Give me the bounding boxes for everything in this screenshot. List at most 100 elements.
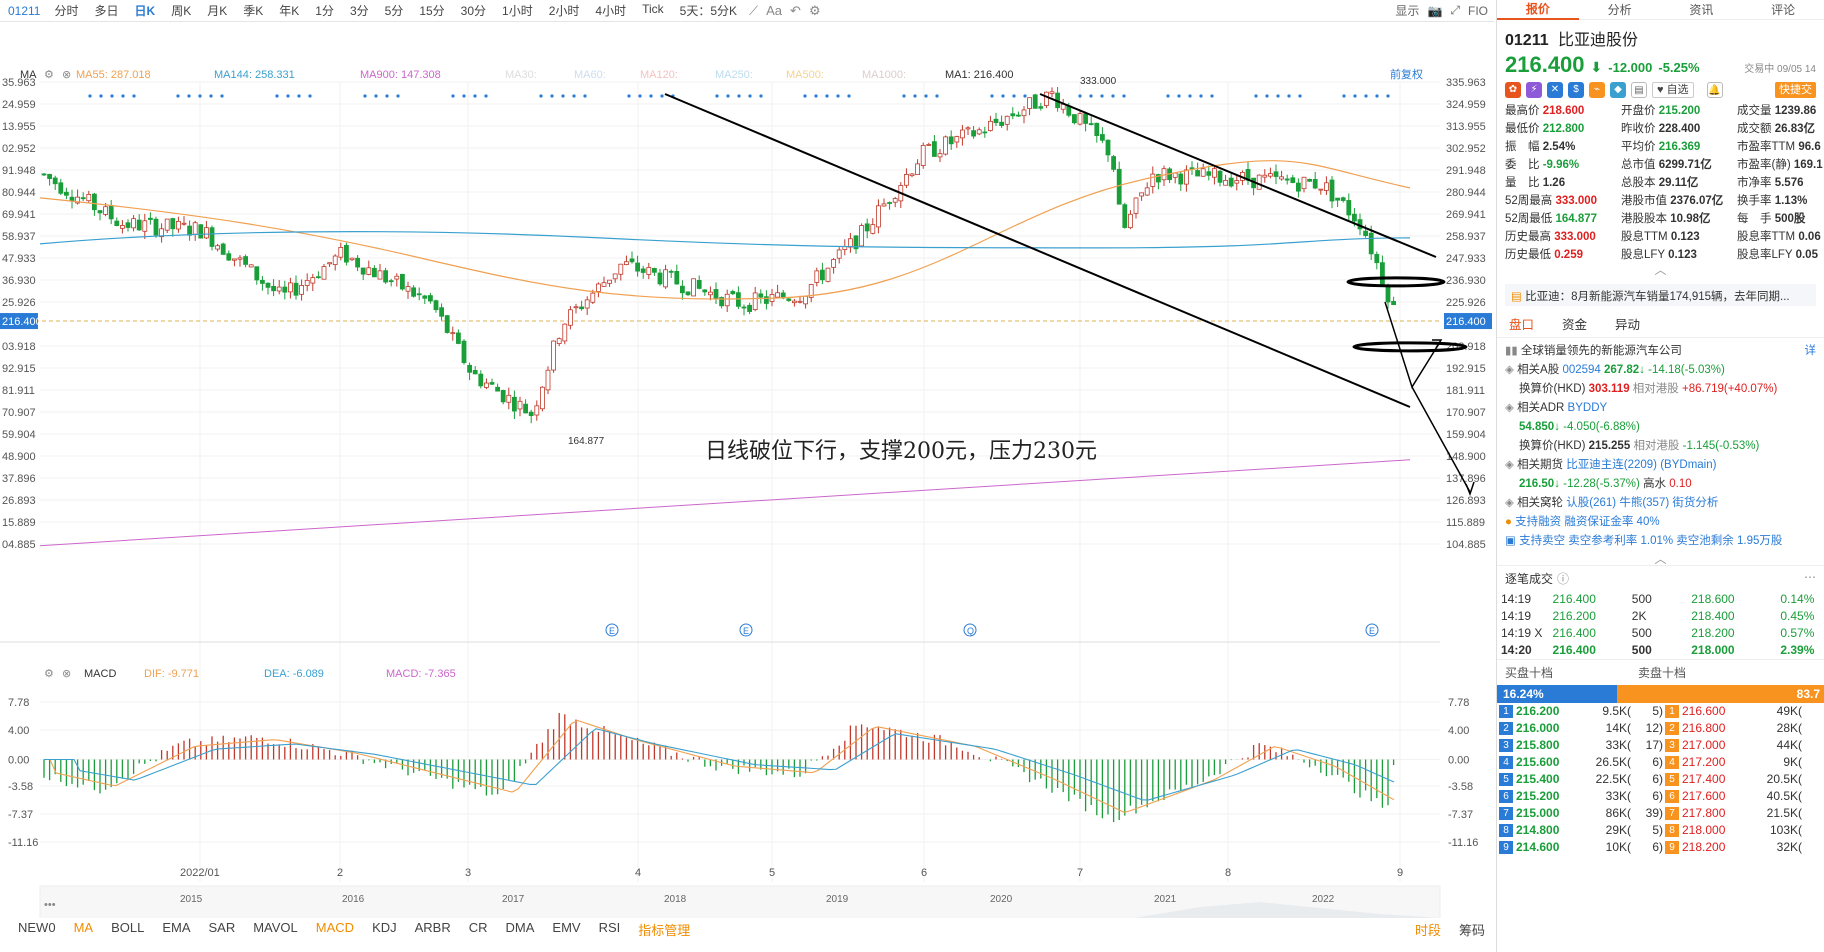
- period-tab[interactable]: 3分: [342, 2, 377, 19]
- tick-volume: 500: [1631, 643, 1652, 657]
- ask-level: 1: [1665, 705, 1679, 718]
- period-tab[interactable]: 分时: [46, 2, 86, 19]
- candle-body: [1128, 213, 1133, 229]
- macd-label-left: -3.58: [8, 781, 33, 793]
- candle-body: [545, 369, 551, 391]
- chart-area[interactable]: ⚙ ⊗ MA MA55: 287.018 MA144: 258.331 MA900: 14…: [0, 22, 1494, 952]
- signal-dot: [583, 94, 587, 98]
- adr-code[interactable]: BYDDY: [1568, 402, 1608, 414]
- text-tool-icon[interactable]: Aa: [762, 3, 786, 18]
- indicator-tab[interactable]: MACD: [307, 920, 363, 939]
- candle-body: [909, 173, 915, 177]
- indicator-tab[interactable]: 指标管理: [629, 920, 699, 939]
- undo-icon[interactable]: ↶: [786, 3, 805, 19]
- warrant-call[interactable]: 认股(261): [1566, 497, 1616, 509]
- watch-label: 自选: [1666, 84, 1689, 96]
- dea-label: DEA: -6.089: [264, 668, 324, 680]
- indicator-tab[interactable]: KDJ: [363, 920, 406, 939]
- period-tab[interactable]: 4小时: [587, 2, 634, 19]
- indicator-tab[interactable]: NEW0: [9, 920, 65, 939]
- help-icon[interactable]: ⓘ: [1557, 570, 1569, 587]
- indicator-tab[interactable]: CR: [460, 920, 497, 939]
- signal-dot: [649, 94, 653, 98]
- candle-body: [1284, 178, 1290, 181]
- period-tab[interactable]: 月K: [199, 2, 235, 19]
- options-icon[interactable]: ⌁: [1589, 82, 1605, 98]
- period-tab[interactable]: 2小时: [541, 2, 588, 19]
- settings-icon[interactable]: ⚙: [805, 3, 825, 19]
- shortsell-icon[interactable]: ✕: [1547, 82, 1563, 98]
- indicator-tab[interactable]: ARBR: [406, 920, 460, 939]
- quote-cell: 总市值 6299.71亿: [1621, 156, 1737, 174]
- period-tab[interactable]: 1分: [307, 2, 342, 19]
- detail-link[interactable]: 详: [1805, 342, 1817, 361]
- fut-code[interactable]: (BYDmain): [1660, 459, 1716, 471]
- expand-icon[interactable]: ◈: [1505, 497, 1514, 509]
- expand-icon[interactable]: ◈: [1505, 364, 1514, 376]
- period-tab[interactable]: 1小时: [494, 2, 541, 19]
- indicator-tab[interactable]: DMA: [497, 920, 544, 939]
- macd-label-left: -7.37: [8, 809, 33, 821]
- camera-icon[interactable]: 📷: [1427, 4, 1442, 18]
- candle-body: [1105, 139, 1111, 156]
- fut-name[interactable]: 比亚迪主连(2209): [1566, 459, 1657, 471]
- collapse-icon[interactable]: ︿: [1497, 264, 1824, 276]
- indicator-tab[interactable]: EMA: [153, 920, 199, 939]
- period-tab[interactable]: 30分: [453, 2, 494, 19]
- indicator-tab[interactable]: SAR: [199, 920, 244, 939]
- expand-icon[interactable]: ◈: [1505, 459, 1514, 471]
- display-menu[interactable]: 显示: [1395, 2, 1419, 19]
- margin-label[interactable]: 支持融资: [1515, 516, 1561, 528]
- indicator-tab[interactable]: EMV: [543, 920, 589, 939]
- connect-icon[interactable]: ⚡: [1526, 82, 1542, 98]
- period-tab[interactable]: 5天：5分K: [672, 2, 745, 19]
- add-watchlist-button[interactable]: ♥ 自选: [1652, 82, 1694, 98]
- indicator-tab[interactable]: MA: [65, 920, 103, 939]
- kline-chart[interactable]: ⚙ ⊗MA MA55: 287.018 MA144: 258.331 MA900: 14…: [0, 22, 1494, 918]
- tab-analysis[interactable]: 分析: [1579, 1, 1661, 18]
- tab-comments[interactable]: 评论: [1742, 1, 1824, 18]
- bell-icon[interactable]: 🔔: [1706, 82, 1723, 98]
- x-axis-label: 5: [769, 867, 775, 879]
- fio-button[interactable]: FIO: [1468, 4, 1488, 18]
- tab-capital[interactable]: 资金: [1562, 314, 1587, 333]
- warrant-street[interactable]: 街货分析: [1672, 497, 1718, 509]
- margin-icon[interactable]: $: [1568, 82, 1584, 98]
- news-banner[interactable]: ▤ 比亚迪：8月新能源汽车销量174,915辆，去年同期...: [1505, 284, 1816, 306]
- candle-body: [1032, 94, 1038, 109]
- candle-body: [1200, 168, 1206, 177]
- fast-trade-button[interactable]: 快捷交: [1775, 82, 1816, 98]
- ma900-line: [39, 459, 1411, 547]
- indicator-tab[interactable]: MAVOL: [244, 920, 307, 939]
- tab-quote[interactable]: 报价: [1497, 0, 1579, 20]
- tag-icon[interactable]: ◆: [1610, 82, 1626, 98]
- period-tab[interactable]: 季K: [235, 2, 271, 19]
- period-tab[interactable]: 15分: [411, 2, 452, 19]
- tab-news[interactable]: 资讯: [1661, 1, 1743, 18]
- more-icon[interactable]: ⋯: [1804, 570, 1816, 587]
- indicator-tab[interactable]: RSI: [590, 920, 630, 939]
- drawing-tools-icon[interactable]: ⟋: [745, 3, 762, 19]
- short-label[interactable]: 支持卖空: [1519, 535, 1565, 547]
- chips-button[interactable]: 筹码: [1450, 920, 1494, 939]
- period-tab[interactable]: 日K: [127, 2, 164, 19]
- period-tab[interactable]: 多日: [87, 2, 127, 19]
- bid-level: 5: [1499, 773, 1513, 786]
- period-tab[interactable]: Tick: [634, 2, 672, 19]
- tab-movement[interactable]: 异动: [1615, 314, 1640, 333]
- ask-price: 217.200: [1682, 755, 1726, 769]
- hk-flag-icon[interactable]: ✿: [1505, 82, 1521, 98]
- warrant-cbbc[interactable]: 牛熊(357): [1619, 497, 1669, 509]
- session-button[interactable]: 时段: [1406, 920, 1450, 939]
- candle-body: [439, 307, 445, 317]
- tab-orderbook[interactable]: 盘口: [1509, 314, 1534, 333]
- period-tab[interactable]: 年K: [271, 2, 307, 19]
- period-tab[interactable]: 5分: [377, 2, 412, 19]
- fullscreen-icon[interactable]: ⤢: [1450, 3, 1460, 18]
- note-icon[interactable]: ▤: [1631, 82, 1647, 98]
- collapse-icon[interactable]: ︿: [1497, 553, 1824, 565]
- indicator-tab[interactable]: BOLL: [102, 920, 153, 939]
- expand-icon[interactable]: ◈: [1505, 402, 1514, 414]
- related-a-code[interactable]: 002594: [1562, 364, 1600, 376]
- period-tab[interactable]: 周K: [163, 2, 199, 19]
